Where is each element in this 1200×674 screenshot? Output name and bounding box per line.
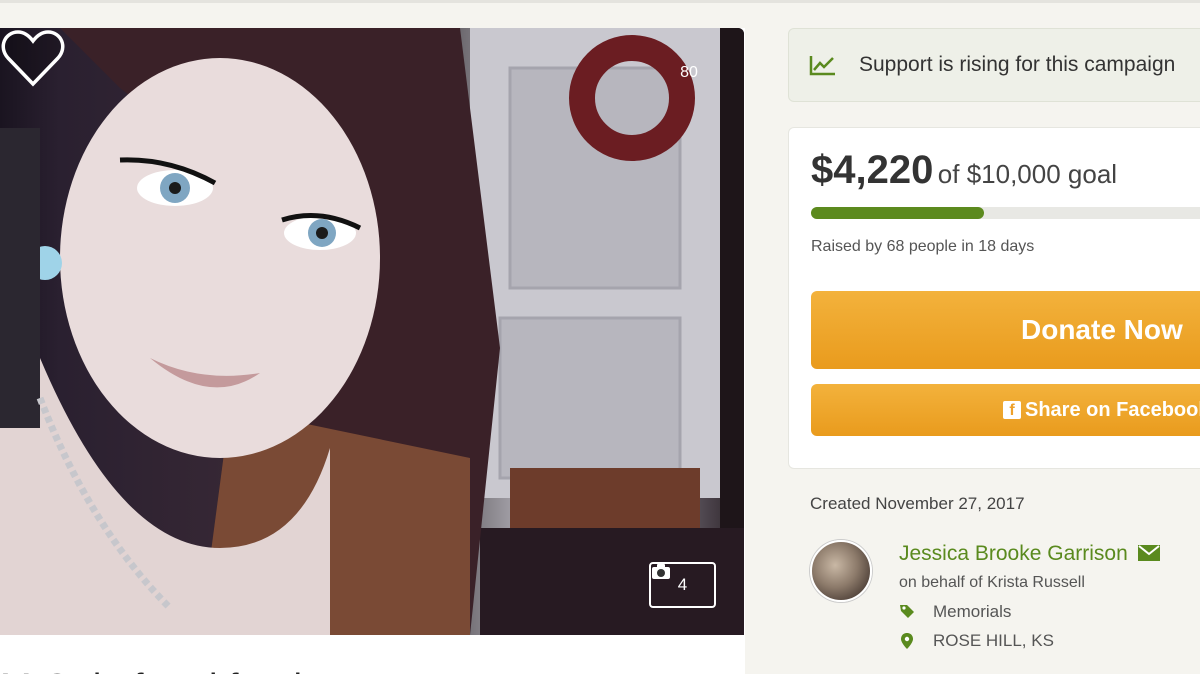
organizer-avatar[interactable] [810,540,872,602]
photo-gallery-button[interactable]: 4 [649,562,716,608]
category-label: Memorials [933,602,1012,621]
location-label: ROSE HILL, KS [933,631,1054,650]
trend-banner: Support is rising for this campaign [788,28,1200,102]
trend-text: Support is rising for this campaign [859,53,1176,76]
progress-fill [811,207,985,219]
line-chart-icon [809,56,835,76]
campaign-main-column: 80 4 M Quitt f n r l f n d [0,28,745,674]
amount-line: $4,220 of $10,000 goal [811,148,1117,193]
heart-icon[interactable] [0,28,66,88]
location-row: ROSE HILL, KS [899,631,1054,651]
tag-icon [900,605,914,618]
campaign-photo[interactable]: 80 4 [0,28,744,635]
on-behalf-text: on behalf of Krista Russell [899,574,1085,591]
category-row[interactable]: Memorials [899,602,1011,622]
campaign-title: M Quitt f n r l f n d [0,658,745,674]
share-facebook-button[interactable]: f Share on Facebook [811,384,1200,436]
envelope-icon[interactable] [1137,545,1160,561]
photo-count: 4 [677,575,688,594]
photo-illustration [0,28,744,635]
camera-icon [652,564,670,579]
donation-card: $4,220 of $10,000 goal Raised by 68 peop… [788,127,1200,469]
share-facebook-label: Share on Facebook [1025,398,1200,421]
donate-now-label: Donate Now [1021,314,1183,345]
amount-raised: $4,220 [811,148,934,192]
facebook-icon: f [1003,401,1021,419]
amount-goal: of $10,000 goal [937,159,1118,189]
raised-by-text: Raised by 68 people in 18 days [811,238,1035,255]
like-count: 80 [680,64,698,81]
organizer-name-row: Jessica Brooke Garrison [899,542,1160,566]
created-date: Created November 27, 2017 [810,494,1025,513]
map-pin-icon [901,633,913,649]
top-divider [0,0,1200,3]
progress-bar [811,207,1200,219]
organizer-name-link[interactable]: Jessica Brooke Garrison [899,542,1128,565]
donate-now-button[interactable]: Donate Now [811,291,1200,369]
